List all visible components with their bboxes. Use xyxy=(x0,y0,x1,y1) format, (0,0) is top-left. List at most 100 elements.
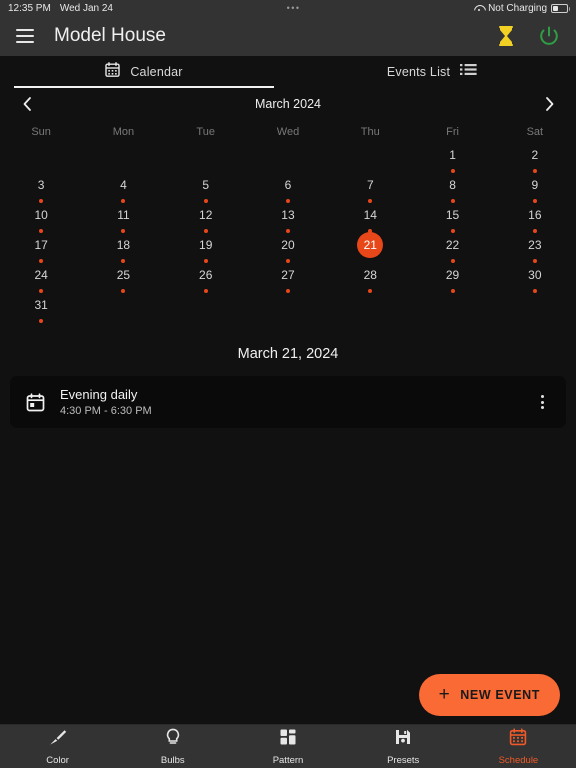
event-dot xyxy=(532,289,537,293)
tab-bar: Calendar Events List xyxy=(0,56,576,88)
nav-item-bulbs[interactable]: Bulbs xyxy=(115,725,230,768)
nav-item-label: Schedule xyxy=(498,754,539,766)
event-dot xyxy=(368,289,373,293)
day-cell-7[interactable]: 7 xyxy=(329,174,411,204)
day-cell-empty xyxy=(0,144,82,174)
status-date: Wed Jan 24 xyxy=(59,2,113,14)
day-cell-24[interactable]: 24 xyxy=(0,264,82,294)
day-cell-29[interactable]: 29 xyxy=(411,264,493,294)
save-icon xyxy=(394,728,412,751)
new-event-button[interactable]: + NEW EVENT xyxy=(418,674,560,716)
day-cell-20[interactable]: 20 xyxy=(247,234,329,264)
day-cell-6[interactable]: 6 xyxy=(247,174,329,204)
status-bar-left: 12:35 PM Wed Jan 24 xyxy=(8,3,113,14)
hamburger-menu-icon[interactable] xyxy=(16,29,34,43)
day-cell-2[interactable]: 2 xyxy=(494,144,576,174)
day-cell-17[interactable]: 17 xyxy=(0,234,82,264)
day-number: 10 xyxy=(34,208,48,222)
nav-item-presets[interactable]: Presets xyxy=(346,725,461,768)
nav-item-label: Pattern xyxy=(272,754,304,766)
event-card[interactable]: Evening daily 4:30 PM - 6:30 PM xyxy=(10,376,566,428)
event-title: Evening daily xyxy=(60,387,138,402)
day-cell-empty xyxy=(82,144,164,174)
day-cell-23[interactable]: 23 xyxy=(494,234,576,264)
nav-item-label: Color xyxy=(46,754,69,766)
day-cell-28[interactable]: 28 xyxy=(329,264,411,294)
chevron-right-icon[interactable] xyxy=(538,93,560,115)
day-cell-8[interactable]: 8 xyxy=(411,174,493,204)
tab-events-list-label: Events List xyxy=(386,65,451,79)
app-bar: Model House xyxy=(0,16,576,56)
day-cell-19[interactable]: 19 xyxy=(165,234,247,264)
day-number: 13 xyxy=(281,208,295,222)
event-time: 4:30 PM - 6:30 PM xyxy=(60,405,152,417)
chevron-left-icon[interactable] xyxy=(16,93,38,115)
event-dot xyxy=(39,319,44,323)
day-number: 21 xyxy=(357,232,384,258)
day-number: 22 xyxy=(445,238,460,252)
day-cell-14[interactable]: 14 xyxy=(329,204,411,234)
page-title: Model House xyxy=(54,25,166,46)
hourglass-icon[interactable] xyxy=(496,25,516,47)
calendar-icon xyxy=(509,727,527,751)
nav-item-schedule[interactable]: Schedule xyxy=(461,725,576,768)
weekday-fri: Fri xyxy=(446,126,459,138)
weekday-sun: Sun xyxy=(31,126,51,138)
day-cell-22[interactable]: 22 xyxy=(411,234,493,264)
day-cell-30[interactable]: 30 xyxy=(494,264,576,294)
weekday-header: Sun Mon Tue Wed Thu Fri Sat xyxy=(0,120,576,140)
weekday-thu: Thu xyxy=(360,126,380,138)
plus-icon: + xyxy=(438,684,451,705)
day-number: 23 xyxy=(528,238,542,252)
day-cell-16[interactable]: 16 xyxy=(494,204,576,234)
day-cell-18[interactable]: 18 xyxy=(82,234,164,264)
tab-calendar[interactable]: Calendar xyxy=(0,56,288,88)
battery-icon xyxy=(551,3,570,13)
day-cell-3[interactable]: 3 xyxy=(0,174,82,204)
day-cell-4[interactable]: 4 xyxy=(82,174,164,204)
nav-item-label: Bulbs xyxy=(160,754,185,766)
month-title: March 2024 xyxy=(254,97,321,111)
tab-calendar-label: Calendar xyxy=(130,65,183,79)
calendar-event-icon xyxy=(24,392,46,412)
day-number: 17 xyxy=(34,238,48,252)
day-cell-1[interactable]: 1 xyxy=(411,144,493,174)
day-number: 20 xyxy=(281,238,295,252)
day-cell-5[interactable]: 5 xyxy=(165,174,247,204)
list-icon xyxy=(460,63,477,81)
bulb-icon xyxy=(164,728,182,751)
day-cell-25[interactable]: 25 xyxy=(82,264,164,294)
day-cell-9[interactable]: 9 xyxy=(494,174,576,204)
day-number: 27 xyxy=(281,268,295,282)
day-number: 7 xyxy=(366,178,374,192)
day-number: 14 xyxy=(363,208,377,222)
month-navigation: March 2024 xyxy=(0,88,576,120)
event-dot xyxy=(450,289,455,293)
day-number: 4 xyxy=(120,178,127,192)
day-number: 18 xyxy=(116,238,131,252)
day-number: 26 xyxy=(199,268,213,282)
tab-active-indicator xyxy=(14,86,274,88)
status-time: 12:35 PM xyxy=(8,2,51,14)
day-number: 5 xyxy=(202,178,210,192)
day-cell-15[interactable]: 15 xyxy=(411,204,493,234)
day-cell-10[interactable]: 10 xyxy=(0,204,82,234)
day-cell-26[interactable]: 26 xyxy=(165,264,247,294)
weekday-tue: Tue xyxy=(196,126,215,138)
kebab-menu-icon[interactable] xyxy=(532,392,552,412)
day-cell-27[interactable]: 27 xyxy=(247,264,329,294)
status-bar: 12:35 PM Wed Jan 24 ••• Not Charging xyxy=(0,0,576,16)
day-cell-11[interactable]: 11 xyxy=(82,204,164,234)
day-cell-31[interactable]: 31 xyxy=(0,294,82,324)
selected-date-label: March 21, 2024 xyxy=(237,346,339,362)
grid-icon xyxy=(279,728,297,751)
tab-events-list[interactable]: Events List xyxy=(288,56,576,88)
day-cell-21[interactable]: 21 xyxy=(329,232,411,264)
nav-item-color[interactable]: Color xyxy=(0,725,115,768)
nav-item-pattern[interactable]: Pattern xyxy=(230,725,345,768)
day-cell-12[interactable]: 12 xyxy=(165,204,247,234)
day-number: 2 xyxy=(531,148,539,162)
day-cell-13[interactable]: 13 xyxy=(247,204,329,234)
wifi-icon xyxy=(474,4,484,12)
power-icon[interactable] xyxy=(538,25,560,47)
